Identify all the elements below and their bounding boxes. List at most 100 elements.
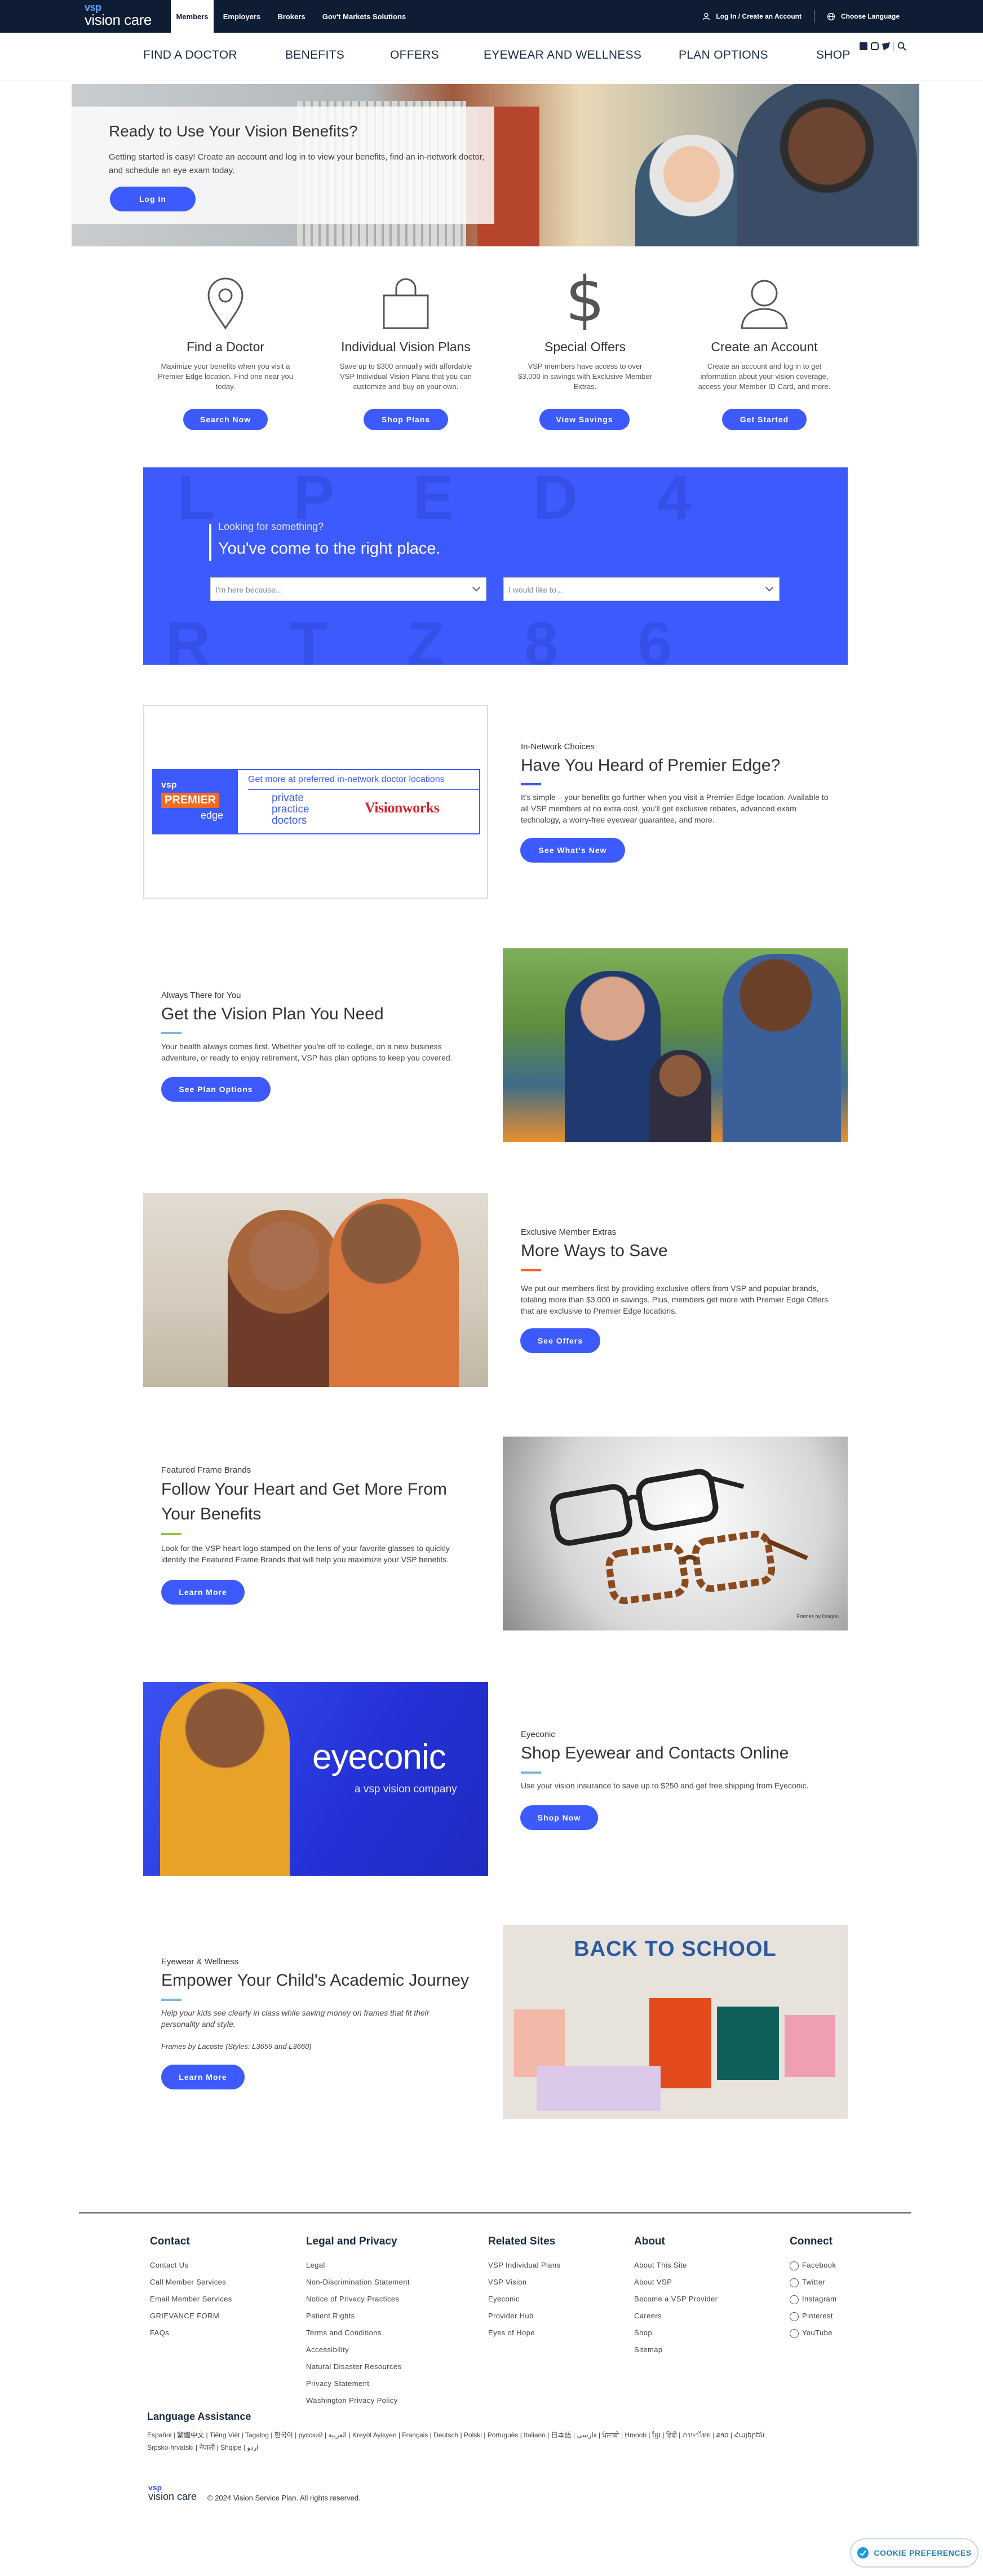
feature-individual-vision-plans: Individual Vision Plans Save up to $300 … bbox=[327, 269, 485, 392]
cookie-preferences-button[interactable]: COOKIE PREFERENCES bbox=[850, 2538, 978, 2568]
choose-language-link[interactable]: Choose Language bbox=[841, 12, 900, 20]
language-links[interactable]: Español | 繁體中文 | Tiếng Việt | Tagalog | … bbox=[147, 2429, 823, 2441]
nav-eyewear-and-wellness[interactable]: EYEWEAR AND WELLNESS bbox=[484, 48, 641, 65]
frames-eyebrow: Featured Frame Brands bbox=[161, 1465, 251, 1475]
get-started-button[interactable]: Get Started bbox=[722, 409, 807, 430]
nav-benefits[interactable]: BENEFITS bbox=[285, 48, 344, 65]
see-plan-options-button[interactable]: See Plan Options bbox=[161, 1077, 271, 1102]
cookie-preferences-label: COOKIE PREFERENCES bbox=[874, 2548, 972, 2557]
select-value: I would like to... bbox=[508, 585, 563, 594]
footer-link[interactable]: Legal bbox=[306, 2257, 410, 2274]
user-icon bbox=[703, 12, 710, 20]
school-eyebrow: Eyewear & Wellness bbox=[161, 1957, 239, 1967]
footer-link[interactable]: Provider Hub bbox=[488, 2308, 560, 2325]
would-like-to-select[interactable]: I would like to... bbox=[503, 577, 780, 601]
footer-link[interactable]: FAQs bbox=[150, 2325, 232, 2341]
footer-link[interactable]: Washington Privacy Policy bbox=[306, 2392, 410, 2409]
footer-link[interactable]: About This Site bbox=[634, 2257, 718, 2274]
audience-employers-tab[interactable]: Employers bbox=[218, 0, 266, 33]
footer-link[interactable]: Terms and Conditions bbox=[306, 2325, 410, 2341]
feature-text: VSP members have access to over $3,000 i… bbox=[518, 362, 652, 391]
feature-create-an-account: Create an Account Create an account and … bbox=[685, 269, 843, 392]
footer-link[interactable]: Privacy Statement bbox=[306, 2375, 410, 2392]
search-now-button[interactable]: Search Now bbox=[183, 409, 268, 430]
accent-line bbox=[521, 783, 541, 785]
footer-link[interactable]: VSP Individual Plans bbox=[488, 2257, 560, 2274]
accent-line bbox=[161, 1032, 181, 1034]
footer-col-contact: Contact Contact Us Call Member Services … bbox=[150, 2235, 232, 2341]
plan-title: Get the Vision Plan You Need bbox=[161, 1005, 384, 1023]
hero-login-button[interactable]: Log In bbox=[110, 187, 196, 211]
footer-link[interactable]: Contact Us bbox=[150, 2257, 232, 2274]
feature-title: Find a Doctor bbox=[186, 339, 265, 354]
feature-text: Maximize your benefits when you visit a … bbox=[158, 362, 293, 391]
hero-man-image bbox=[737, 84, 917, 246]
search-icon[interactable] bbox=[897, 42, 906, 51]
frames-title: Follow Your Heart and Get More From Your… bbox=[161, 1480, 447, 1523]
footer-link[interactable]: Notice of Privacy Practices bbox=[306, 2291, 410, 2308]
nav-offers[interactable]: OFFERS bbox=[390, 48, 439, 65]
footer-link[interactable]: About VSP bbox=[634, 2274, 718, 2291]
see-whats-new-button[interactable]: See What's New bbox=[520, 838, 625, 863]
hero-title: Ready to Use Your Vision Benefits? bbox=[109, 122, 358, 140]
facebook-icon[interactable] bbox=[860, 42, 867, 50]
shop-now-button[interactable]: Shop Now bbox=[520, 1805, 598, 1830]
footer-link[interactable]: Become a VSP Provider bbox=[634, 2291, 718, 2308]
search-band: L P E D 4 R T Z 8 6 Looking for somethin… bbox=[143, 467, 848, 665]
footer-logo[interactable]: vsp vision care bbox=[148, 2484, 197, 2502]
footer-col-title: About bbox=[634, 2235, 665, 2247]
twitter-icon[interactable] bbox=[882, 42, 890, 50]
footer-link[interactable]: Sitemap bbox=[634, 2341, 718, 2358]
accent-line bbox=[161, 1533, 181, 1535]
school-learn-more-button[interactable]: Learn More bbox=[161, 2065, 245, 2089]
language-links[interactable]: Srpsko-hrvatski | नेपाली | Shqipe | اردو bbox=[147, 2441, 823, 2454]
audience-members-tab[interactable]: Members bbox=[171, 0, 214, 33]
footer-link[interactable]: Patient Rights bbox=[306, 2308, 410, 2325]
school-text: Help your kids see clearly in class whil… bbox=[161, 2008, 429, 2029]
eye-chart-background: R T Z 8 6 bbox=[166, 609, 703, 665]
footer-link[interactable]: VSP Vision bbox=[488, 2274, 560, 2291]
footer-social-link[interactable]: Facebook bbox=[790, 2257, 836, 2274]
footer-link[interactable]: Careers bbox=[634, 2308, 718, 2325]
eyeconic-sub: a vsp vision company bbox=[355, 1783, 457, 1795]
footer-link[interactable]: Natural Disaster Resources bbox=[306, 2358, 410, 2375]
vsp-logo[interactable]: vsp vision care bbox=[85, 2, 168, 30]
footer-social-link[interactable]: YouTube bbox=[790, 2325, 836, 2341]
footer-divider bbox=[79, 2212, 911, 2213]
person-icon bbox=[685, 269, 843, 330]
footer-link[interactable]: Shop bbox=[634, 2325, 718, 2341]
divider bbox=[893, 42, 894, 51]
footer-social-link[interactable]: Instagram bbox=[790, 2291, 836, 2308]
audience-brokers-tab[interactable]: Brokers bbox=[269, 0, 313, 33]
couple-beach-image bbox=[143, 1193, 488, 1387]
nav-shop[interactable]: SHOP bbox=[816, 48, 851, 65]
footer-social-link[interactable]: Pinterest bbox=[790, 2308, 836, 2325]
hero-banner: Ready to Use Your Vision Benefits? Getti… bbox=[72, 84, 919, 246]
view-savings-button[interactable]: View Savings bbox=[539, 409, 630, 430]
nav-plan-options[interactable]: PLAN OPTIONS bbox=[679, 48, 768, 65]
save-title: More Ways to Save bbox=[521, 1241, 668, 1260]
family-market-image bbox=[503, 948, 848, 1142]
feature-title: Individual Vision Plans bbox=[341, 339, 471, 354]
pinterest-icon bbox=[790, 2312, 799, 2321]
footer-link[interactable]: Eyes of Hope bbox=[488, 2325, 560, 2341]
footer-social-link[interactable]: Twitter bbox=[790, 2274, 836, 2291]
shopping-bag-icon bbox=[327, 269, 485, 330]
glasses-image: Frames by Dragon bbox=[503, 1437, 848, 1631]
see-offers-button[interactable]: See Offers bbox=[520, 1328, 600, 1353]
footer-link[interactable]: Call Member Services bbox=[150, 2274, 232, 2291]
footer-link[interactable]: Accessibility bbox=[306, 2341, 410, 2358]
footer-link[interactable]: Email Member Services bbox=[150, 2291, 232, 2308]
shop-plans-button[interactable]: Shop Plans bbox=[364, 409, 448, 430]
instagram-icon bbox=[790, 2295, 799, 2304]
here-because-select[interactable]: I'm here because... bbox=[210, 577, 486, 601]
footer-link[interactable]: Eyeconic bbox=[488, 2291, 560, 2308]
audience-gov-markets-tab[interactable]: Gov't Markets Solutions bbox=[318, 0, 410, 33]
accent-line bbox=[521, 1771, 541, 1774]
login-link[interactable]: Log In / Create an Account bbox=[716, 12, 802, 20]
instagram-icon[interactable] bbox=[871, 42, 879, 50]
frames-learn-more-button[interactable]: Learn More bbox=[161, 1580, 245, 1605]
footer-link[interactable]: Non-Discrimination Statement bbox=[306, 2274, 410, 2291]
nav-find-a-doctor[interactable]: FIND A DOCTOR bbox=[143, 48, 237, 65]
footer-link[interactable]: GRIEVANCE FORM bbox=[150, 2308, 232, 2325]
